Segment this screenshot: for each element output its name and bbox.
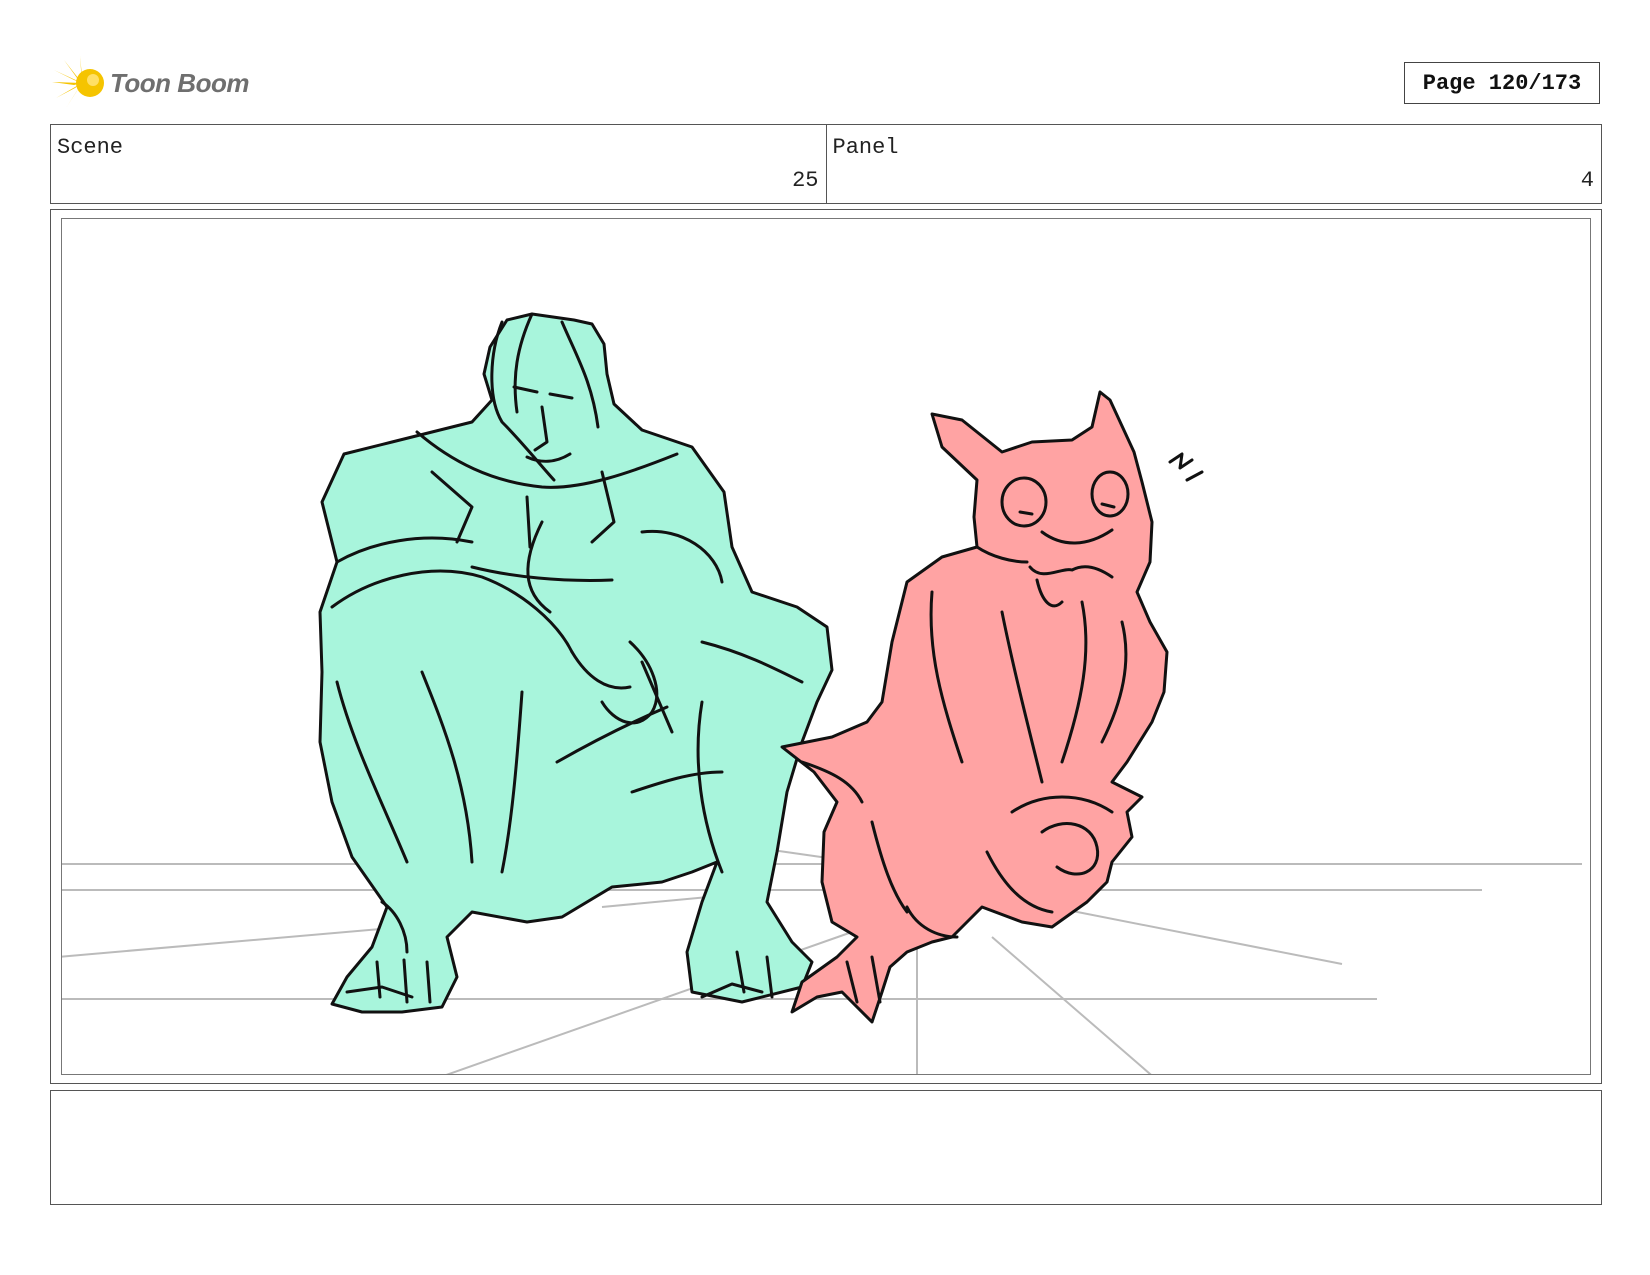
scene-cell: Scene 25 <box>51 125 826 203</box>
brand-name: Toon Boom <box>110 67 249 98</box>
page-number: Page 120/173 <box>1404 62 1600 104</box>
scene-panel-header: Scene 25 Panel 4 <box>50 124 1602 204</box>
starburst-logo-icon <box>52 56 104 108</box>
panel-label: Panel <box>832 135 899 160</box>
storyboard-panel-frame <box>50 209 1602 1084</box>
scene-label: Scene <box>57 135 124 160</box>
scene-value: 25 <box>792 168 819 193</box>
panel-notes-box <box>50 1090 1602 1205</box>
panel-value: 4 <box>1580 168 1594 193</box>
storyboard-drawing-area <box>61 218 1591 1075</box>
pink-creature-figure <box>780 390 1204 1024</box>
toon-boom-logo: Toon Boom <box>52 56 249 110</box>
crouching-man-figure <box>318 312 834 1014</box>
panel-cell: Panel 4 <box>825 125 1602 203</box>
storyboard-sketch <box>62 312 1582 1074</box>
